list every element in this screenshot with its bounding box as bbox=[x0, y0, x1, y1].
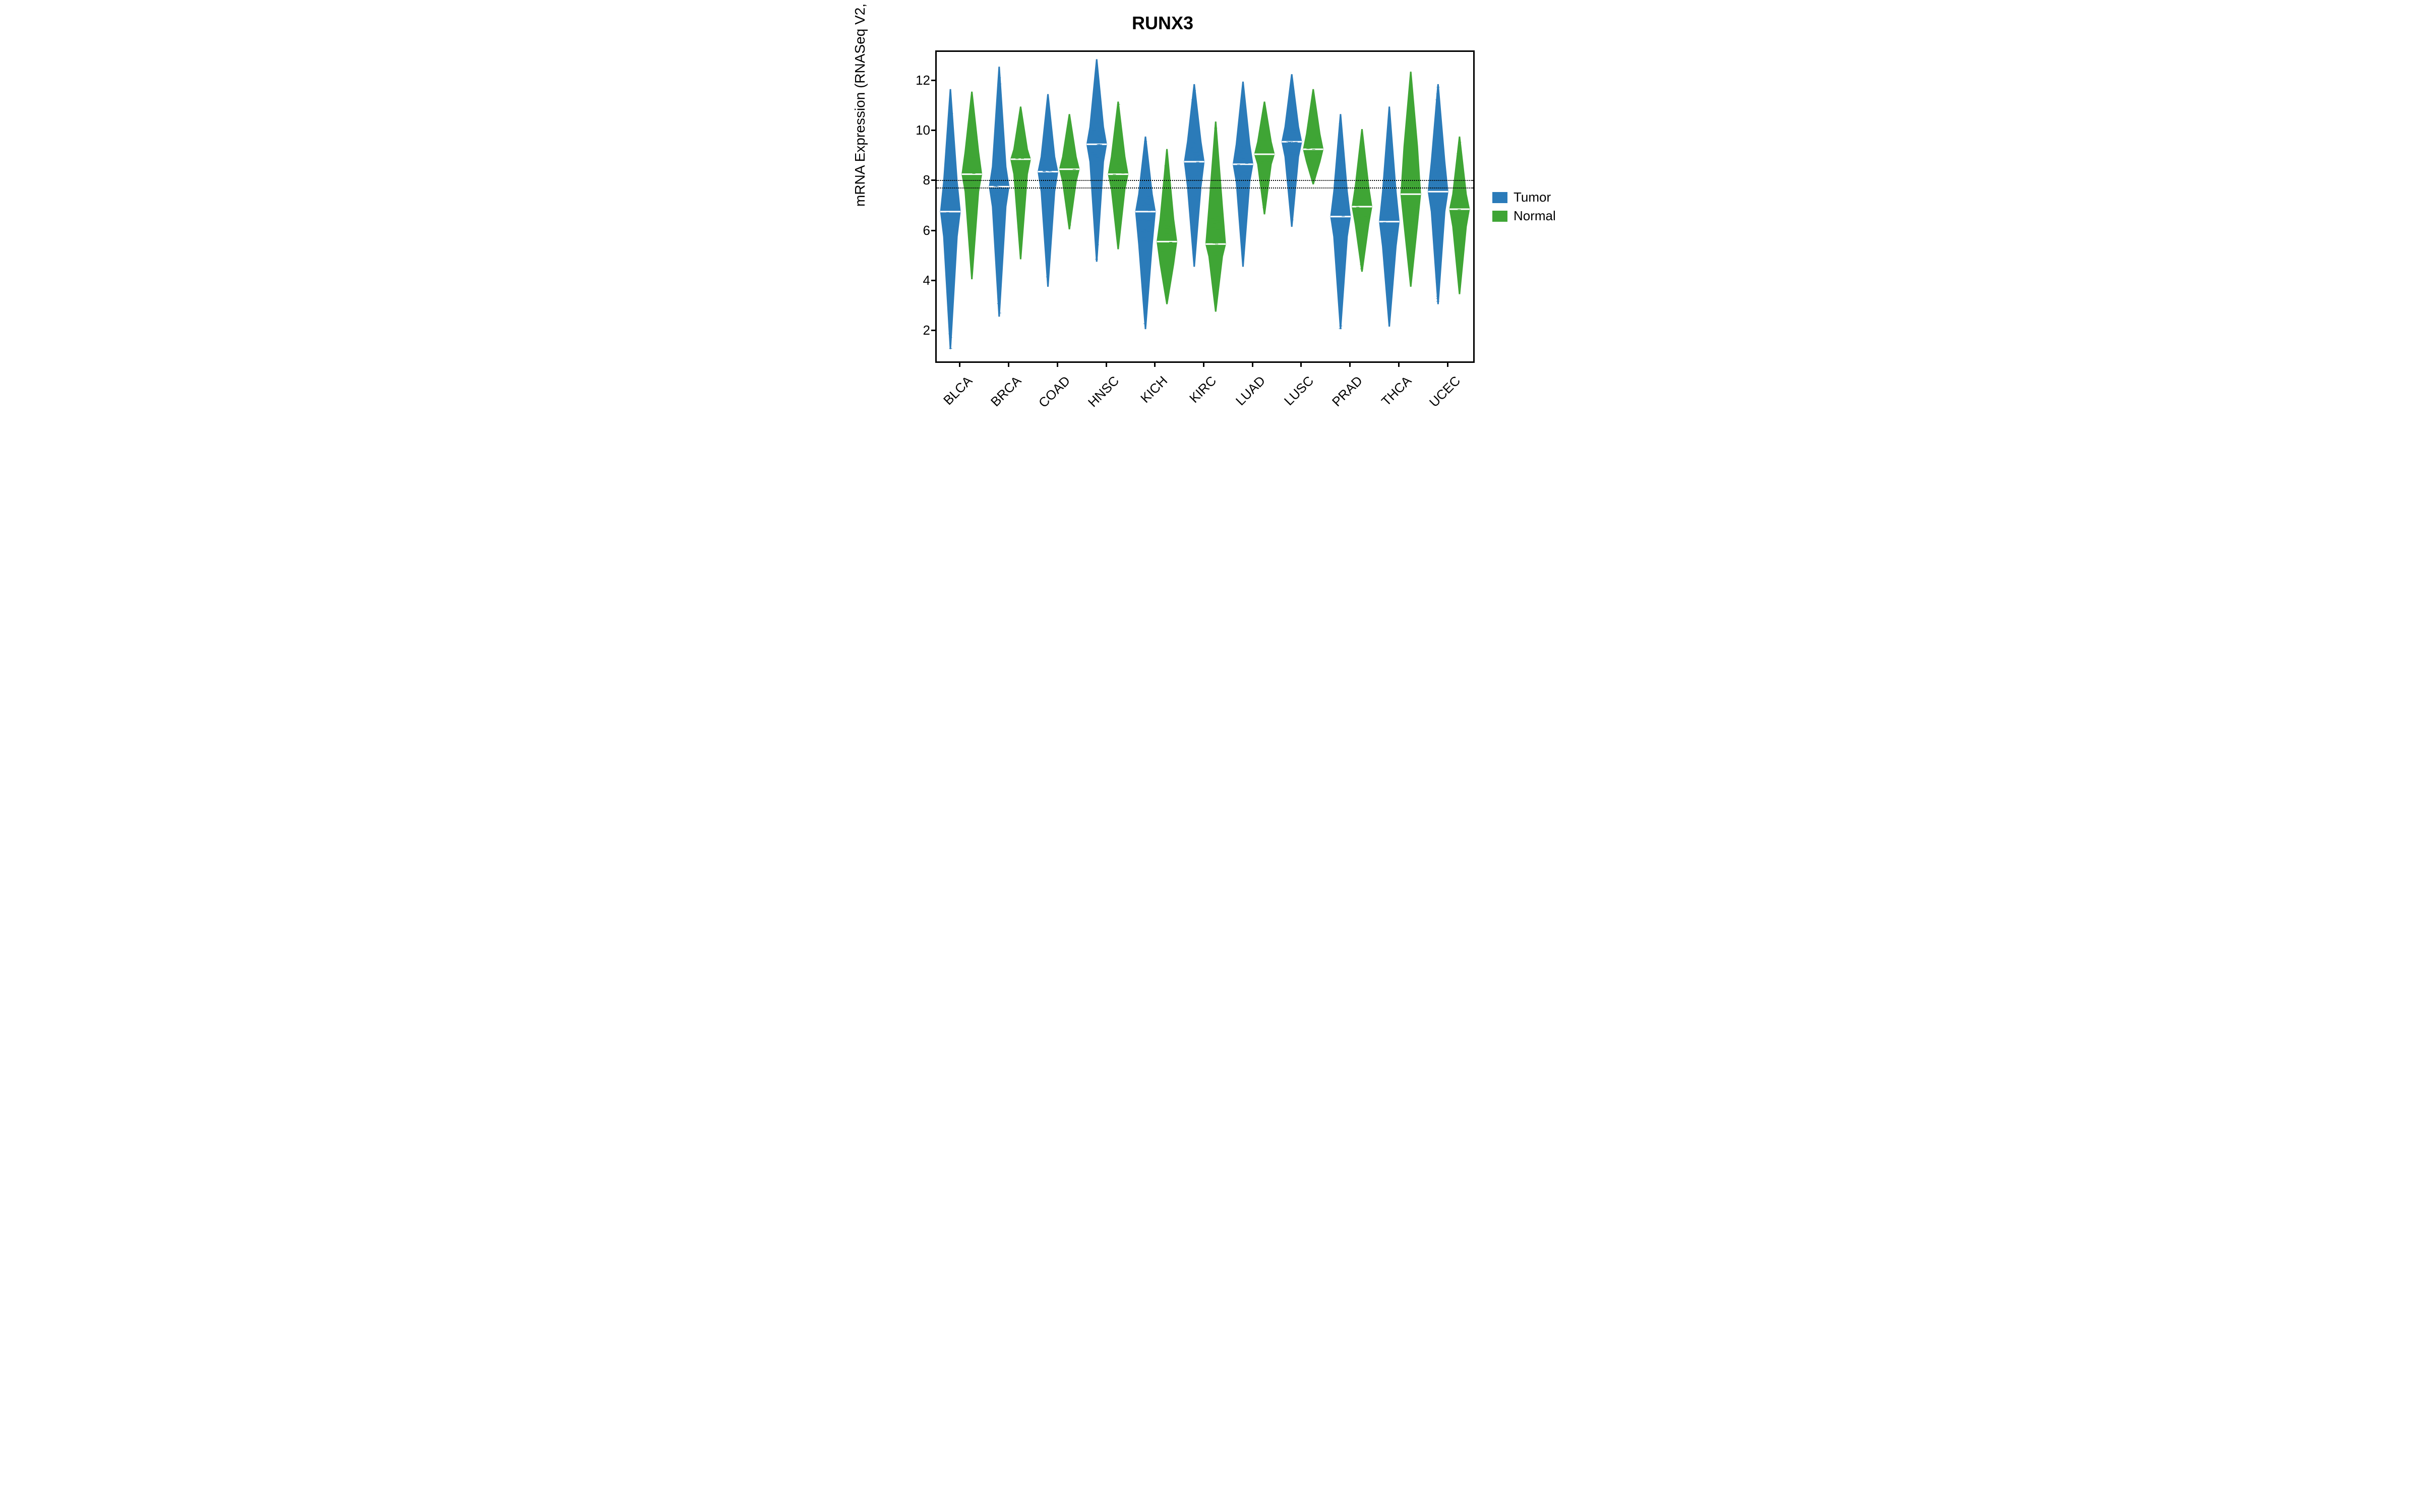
violin-tumor bbox=[1086, 59, 1107, 262]
x-tick-label: LUAD bbox=[1215, 373, 1268, 427]
x-tick-label: KICH bbox=[1117, 373, 1171, 427]
y-tick-mark bbox=[931, 179, 935, 181]
y-axis-label: mRNA Expression (RNASeq V2, log2) bbox=[852, 0, 868, 207]
x-tick-label: PRAD bbox=[1312, 373, 1366, 427]
x-tick-label: UCEC bbox=[1410, 373, 1464, 427]
x-tick-mark bbox=[1300, 363, 1302, 367]
y-tick-mark bbox=[931, 330, 935, 331]
reference-line bbox=[937, 187, 1473, 188]
legend-swatch-normal bbox=[1492, 211, 1507, 222]
x-tick-mark bbox=[1447, 363, 1448, 367]
x-tick-label: THCA bbox=[1361, 373, 1415, 427]
violin-normal bbox=[1303, 89, 1323, 184]
violin-normal bbox=[1108, 102, 1128, 249]
violin-tumor bbox=[1184, 84, 1204, 266]
x-tick-label: HNSC bbox=[1068, 373, 1122, 427]
violin-normal bbox=[1352, 130, 1372, 272]
x-tick-mark bbox=[1203, 363, 1204, 367]
violin-tumor bbox=[1428, 84, 1448, 304]
legend-item-normal: Normal bbox=[1492, 208, 1556, 224]
violin-tumor bbox=[1038, 94, 1058, 286]
violin-svg bbox=[937, 52, 1473, 361]
x-tick-mark bbox=[1252, 363, 1253, 367]
reference-line bbox=[937, 180, 1473, 181]
x-tick-mark bbox=[1398, 363, 1400, 367]
x-tick-label: LUSC bbox=[1263, 373, 1317, 427]
violin-normal bbox=[1449, 137, 1470, 294]
violin-tumor bbox=[940, 89, 960, 349]
violin-tumor bbox=[1233, 82, 1253, 266]
y-tick-mark bbox=[931, 130, 935, 131]
x-tick-mark bbox=[1057, 363, 1058, 367]
x-tick-label: KIRC bbox=[1166, 373, 1220, 427]
chart-container: RUNX3 mRNA Expression (RNASeq V2, log2) … bbox=[842, 0, 1578, 460]
violin-tumor bbox=[989, 67, 1009, 317]
violin-normal bbox=[1401, 72, 1421, 287]
x-tick-label: COAD bbox=[1019, 373, 1073, 427]
x-tick-label: BRCA bbox=[971, 373, 1024, 427]
violin-normal bbox=[1059, 114, 1079, 229]
y-tick-label: 2 bbox=[913, 323, 930, 338]
legend-label: Tumor bbox=[1514, 190, 1551, 205]
violin-normal bbox=[1254, 102, 1275, 214]
x-tick-mark bbox=[959, 363, 960, 367]
y-tick-label: 10 bbox=[913, 122, 930, 138]
x-tick-mark bbox=[1106, 363, 1107, 367]
y-tick-mark bbox=[931, 280, 935, 281]
violin-tumor bbox=[1379, 107, 1400, 327]
violin-normal bbox=[1010, 107, 1031, 259]
y-tick-mark bbox=[931, 80, 935, 81]
y-tick-label: 4 bbox=[913, 273, 930, 288]
violin-tumor bbox=[1135, 137, 1156, 329]
legend-label: Normal bbox=[1514, 208, 1556, 224]
violin-tumor bbox=[1330, 114, 1351, 329]
legend: Tumor Normal bbox=[1492, 186, 1556, 227]
x-tick-mark bbox=[1008, 363, 1009, 367]
violin-normal bbox=[1157, 149, 1177, 304]
legend-item-tumor: Tumor bbox=[1492, 190, 1556, 205]
chart-title: RUNX3 bbox=[842, 13, 1483, 34]
y-tick-mark bbox=[931, 230, 935, 231]
violin-normal bbox=[962, 92, 982, 279]
y-tick-label: 6 bbox=[913, 223, 930, 238]
x-tick-mark bbox=[1154, 363, 1156, 367]
y-tick-label: 8 bbox=[913, 172, 930, 188]
legend-swatch-tumor bbox=[1492, 192, 1507, 203]
violin-normal bbox=[1205, 122, 1226, 311]
x-tick-mark bbox=[1349, 363, 1351, 367]
y-tick-label: 12 bbox=[913, 73, 930, 88]
violin-tumor bbox=[1282, 75, 1302, 227]
x-tick-label: BLCA bbox=[922, 373, 976, 427]
plot-area bbox=[935, 50, 1475, 363]
